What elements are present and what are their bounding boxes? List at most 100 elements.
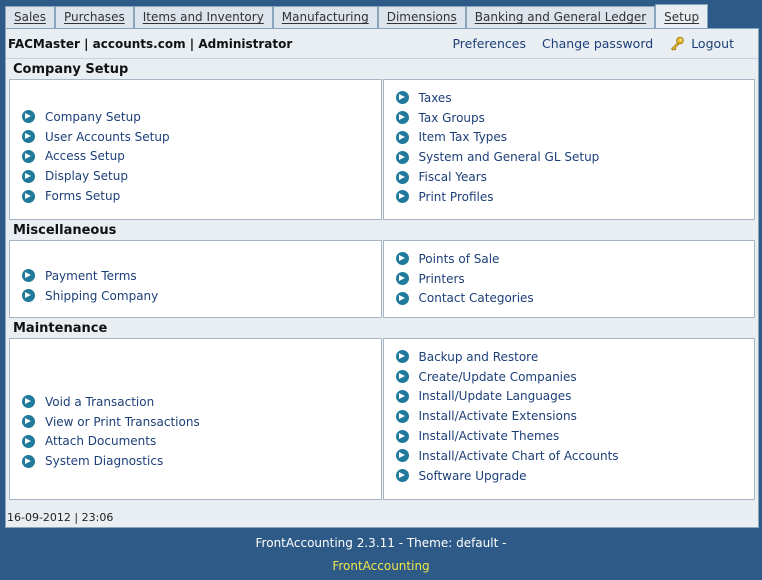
menu-item[interactable]: System and General GL Setup — [384, 147, 755, 167]
logout-link[interactable]: Logout — [691, 36, 734, 51]
tab-purchases[interactable]: Purchases — [54, 6, 134, 28]
menu-item[interactable]: Tax Groups — [384, 108, 755, 128]
menu-panel-right: Points of Sale Printers Contact Categories — [382, 240, 755, 318]
arrow-bullet-icon — [395, 429, 409, 443]
arrow-bullet-icon — [395, 291, 409, 305]
menu-item[interactable]: Taxes — [384, 88, 755, 108]
footer-version: FrontAccounting 2.3.11 - Theme: default … — [255, 536, 507, 550]
menu-item-label: Install/Activate Extensions — [418, 409, 577, 424]
menu-item-label: Contact Categories — [418, 291, 534, 306]
arrow-bullet-icon — [395, 111, 409, 125]
menu-item[interactable]: Void a Transaction — [10, 392, 381, 412]
section-panels: Company Setup User Accounts Setup Access S… — [9, 79, 755, 220]
menu-item[interactable]: Software Upgrade — [384, 466, 755, 486]
arrow-bullet-icon — [395, 150, 409, 164]
menu-panel-left: Void a Transaction View or Print Transact… — [9, 338, 382, 500]
menu-panel-left: Company Setup User Accounts Setup Access S… — [9, 79, 382, 220]
main-content: FACMaster | accounts.com | Administrator… — [5, 28, 759, 528]
menu-item[interactable]: Forms Setup — [10, 186, 381, 206]
menu-item-label: Points of Sale — [418, 251, 500, 266]
menu-item-label: Attach Documents — [45, 434, 157, 449]
menu-item[interactable]: Fiscal Years — [384, 167, 755, 187]
menu-item[interactable]: Company Setup — [10, 107, 381, 127]
menu-item[interactable]: Install/Activate Extensions — [384, 406, 755, 426]
tab-setup[interactable]: Setup — [655, 4, 709, 28]
menu-item-label: Software Upgrade — [418, 468, 527, 483]
menu-item-label: Access Setup — [45, 149, 125, 164]
user-info: FACMaster | accounts.com | Administrator — [8, 36, 293, 51]
tab-items-and-inventory[interactable]: Items and Inventory — [133, 6, 273, 28]
menu-item-label: System and General GL Setup — [418, 150, 600, 165]
menu-item[interactable]: Contact Categories — [384, 289, 755, 309]
menu-item[interactable]: Install/Activate Chart of Accounts — [384, 446, 755, 466]
header-bar: FACMaster | accounts.com | Administrator… — [6, 29, 758, 59]
arrow-bullet-icon — [395, 350, 409, 364]
preferences-link[interactable]: Preferences — [452, 36, 526, 51]
tab-dimensions[interactable]: Dimensions — [377, 6, 466, 28]
status-datetime: 16-09-2012 | 23:06 — [7, 511, 114, 524]
menu-item-label: Display Setup — [45, 169, 128, 184]
menu-item-label: Item Tax Types — [418, 130, 508, 145]
menu-item-label: Fiscal Years — [418, 170, 487, 185]
header-links: Preferences Change password Logout — [436, 36, 758, 52]
tab-manufacturing[interactable]: Manufacturing — [272, 6, 378, 28]
section-panels: Void a Transaction View or Print Transact… — [9, 338, 755, 500]
footer-link[interactable]: FrontAccounting — [0, 559, 762, 573]
arrow-bullet-icon — [22, 169, 35, 183]
arrow-bullet-icon — [22, 149, 35, 163]
menu-item-label: Forms Setup — [45, 189, 121, 204]
arrow-bullet-icon — [22, 289, 35, 303]
menu-item-label: Create/Update Companies — [418, 369, 577, 384]
menu-item[interactable]: Attach Documents — [10, 432, 381, 452]
arrow-bullet-icon — [395, 469, 409, 483]
menu-item[interactable]: Install/Activate Themes — [384, 426, 755, 446]
menu-item-label: View or Print Transactions — [45, 414, 200, 429]
menu-item[interactable]: Printers — [384, 269, 755, 289]
section-title: Company Setup — [13, 62, 129, 77]
arrow-bullet-icon — [22, 395, 35, 409]
menu-item-label: Tax Groups — [418, 110, 485, 125]
tab-sales[interactable]: Sales — [5, 6, 55, 28]
menu-item[interactable]: System Diagnostics — [10, 451, 381, 471]
key-icon — [671, 36, 684, 51]
menu-item[interactable]: Print Profiles — [384, 187, 755, 207]
menu-item-label: Void a Transaction — [45, 394, 155, 409]
menu-item[interactable]: Points of Sale — [384, 249, 755, 269]
menu-item[interactable]: View or Print Transactions — [10, 412, 381, 432]
arrow-bullet-icon — [395, 389, 409, 403]
change-password-link[interactable]: Change password — [542, 36, 653, 51]
menu-item[interactable]: Item Tax Types — [384, 128, 755, 148]
arrow-bullet-icon — [395, 190, 409, 204]
menu-item[interactable]: Shipping Company — [10, 286, 381, 306]
menu-panel-right: Backup and Restore Create/Update Companie… — [382, 338, 755, 500]
arrow-bullet-icon — [395, 91, 409, 105]
arrow-bullet-icon — [22, 269, 35, 283]
tab-banking-and-general-ledger[interactable]: Banking and General Ledger — [465, 6, 656, 28]
arrow-bullet-icon — [395, 130, 409, 144]
menu-panel-right: Taxes Tax Groups Item Tax Types System and … — [382, 79, 755, 220]
menu-item[interactable]: Payment Terms — [10, 266, 381, 286]
section-panels: Payment Terms Shipping Company Points of S… — [9, 240, 755, 318]
menu-item-label: Shipping Company — [45, 288, 159, 303]
menu-item[interactable]: Display Setup — [10, 166, 381, 186]
menu-item-label: Install/Activate Chart of Accounts — [418, 448, 619, 463]
menu-item[interactable]: Create/Update Companies — [384, 367, 755, 387]
arrow-bullet-icon — [22, 130, 35, 144]
arrow-bullet-icon — [395, 449, 409, 463]
module-tabs: Sales Purchases Items and Inventory Manu… — [5, 4, 709, 28]
menu-item[interactable]: Backup and Restore — [384, 347, 755, 367]
menu-item[interactable]: User Accounts Setup — [10, 127, 381, 147]
menu-item-label: User Accounts Setup — [45, 129, 170, 144]
arrow-bullet-icon — [395, 272, 409, 286]
arrow-bullet-icon — [395, 170, 409, 184]
menu-item-label: Taxes — [418, 90, 452, 105]
menu-item-label: Payment Terms — [45, 268, 137, 283]
menu-item-label: System Diagnostics — [45, 454, 164, 469]
menu-item[interactable]: Install/Update Languages — [384, 387, 755, 407]
arrow-bullet-icon — [395, 370, 409, 384]
menu-item[interactable]: Access Setup — [10, 147, 381, 167]
arrow-bullet-icon — [22, 110, 35, 124]
arrow-bullet-icon — [395, 252, 409, 266]
arrow-bullet-icon — [395, 409, 409, 423]
menu-item-label: Print Profiles — [418, 189, 494, 204]
